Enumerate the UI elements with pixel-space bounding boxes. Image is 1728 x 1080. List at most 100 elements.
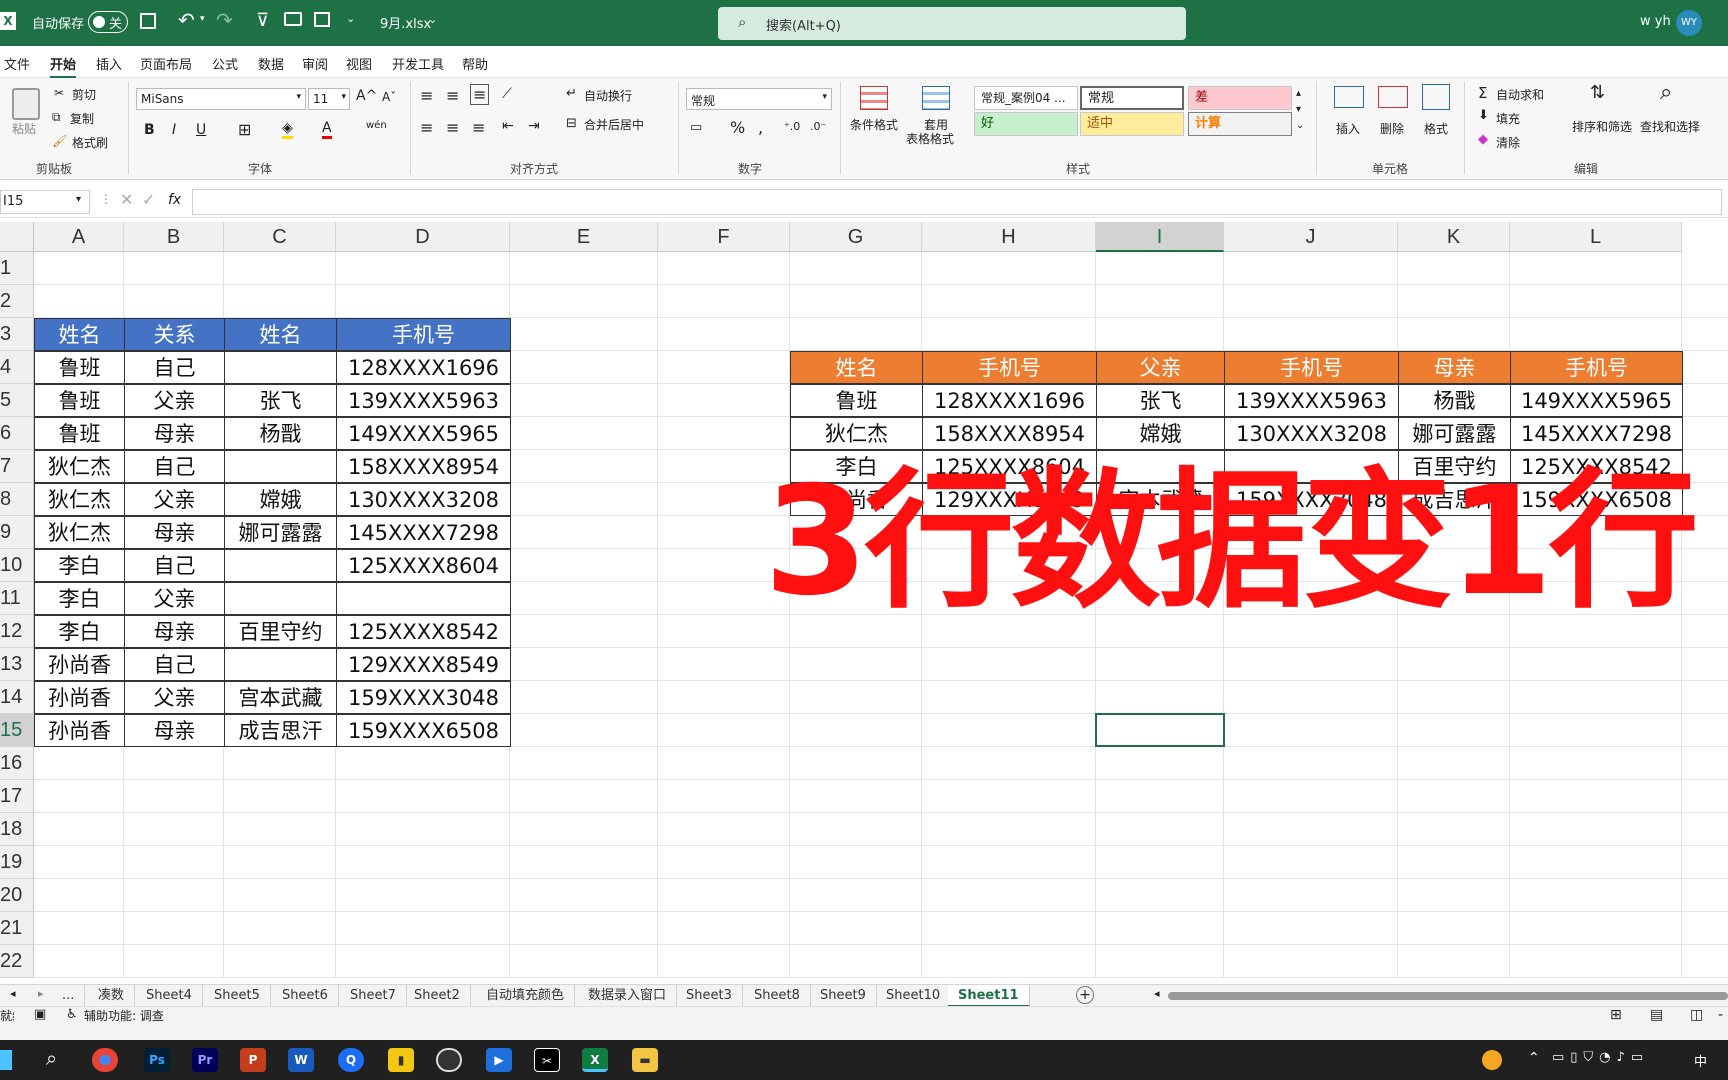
align-right-icon[interactable]: ≡ bbox=[472, 118, 485, 137]
percent-button[interactable]: % bbox=[730, 118, 745, 137]
column-header-k[interactable]: K bbox=[1398, 222, 1510, 252]
weather-icon[interactable] bbox=[1482, 1050, 1502, 1070]
tray-icons[interactable]: ▭▯⛉◔♪▭ bbox=[1552, 1050, 1649, 1065]
table1-cell[interactable]: 鲁班 bbox=[34, 417, 125, 450]
sheet-tab[interactable]: 凑数 bbox=[88, 985, 136, 1007]
underline-button[interactable]: U bbox=[196, 122, 206, 138]
align-center-icon[interactable]: ≡ bbox=[446, 118, 459, 137]
table1-cell[interactable]: 娜可露露 bbox=[224, 516, 337, 549]
table1-header-cell[interactable]: 姓名 bbox=[34, 318, 125, 351]
scroll-right-icon[interactable]: ▸ bbox=[38, 987, 44, 1000]
table1-cell[interactable] bbox=[224, 549, 337, 582]
table1-cell[interactable]: 母亲 bbox=[124, 714, 225, 747]
row-header-20[interactable]: 20 bbox=[0, 879, 34, 912]
fill-button[interactable]: 填充 bbox=[1496, 110, 1520, 127]
table1-cell[interactable]: 149XXXX5965 bbox=[336, 417, 511, 450]
table1-cell[interactable]: 嫦娥 bbox=[224, 483, 337, 516]
insert-cells-icon[interactable] bbox=[1334, 86, 1364, 108]
normal-view-icon[interactable]: ⊞ bbox=[1610, 1007, 1622, 1023]
phonetic-icon[interactable]: wén bbox=[366, 120, 387, 131]
row-header-2[interactable]: 2 bbox=[0, 285, 34, 318]
column-header-g[interactable]: G bbox=[790, 222, 922, 252]
table2-header-cell[interactable]: 姓名 bbox=[790, 351, 923, 384]
column-header-i[interactable]: I bbox=[1096, 222, 1224, 252]
photoshop-icon[interactable]: Ps bbox=[144, 1048, 170, 1072]
table1-cell[interactable]: 孙尚香 bbox=[34, 714, 125, 747]
insert-cells-button[interactable]: 插入 bbox=[1336, 120, 1360, 137]
copy-icon[interactable]: ⧉ bbox=[52, 110, 61, 125]
sheet-tab[interactable]: Sheet5 bbox=[204, 985, 271, 1007]
table1-cell[interactable]: 成吉思汗 bbox=[224, 714, 337, 747]
table1-cell[interactable]: 鲁班 bbox=[34, 351, 125, 384]
start-icon[interactable] bbox=[0, 1050, 12, 1070]
table1-cell[interactable]: 狄仁杰 bbox=[34, 516, 125, 549]
filter-icon[interactable]: ⊽ bbox=[256, 10, 269, 31]
page-break-view-icon[interactable]: ◫ bbox=[1690, 1007, 1703, 1023]
table1-cell[interactable] bbox=[224, 582, 337, 615]
row-header-3[interactable]: 3 bbox=[0, 318, 34, 351]
sheet-tab[interactable]: 数据录入窗口 bbox=[578, 985, 678, 1007]
table1-cell[interactable] bbox=[224, 450, 337, 483]
save-icon[interactable] bbox=[140, 13, 156, 29]
tray-chevron-icon[interactable]: ⌃ bbox=[1528, 1050, 1540, 1066]
autosum-icon[interactable]: Σ bbox=[1478, 84, 1487, 102]
capcut-icon[interactable]: ✂ bbox=[534, 1048, 560, 1072]
row-header-22[interactable]: 22 bbox=[0, 945, 34, 978]
excel-taskbar-icon[interactable]: X bbox=[582, 1048, 608, 1072]
sheet-tab[interactable]: Sheet8 bbox=[744, 985, 811, 1007]
delete-cells-button[interactable]: 删除 bbox=[1380, 120, 1404, 137]
tab-file[interactable]: 文件 bbox=[4, 54, 30, 73]
sheet-tab[interactable]: Sheet11 bbox=[948, 985, 1030, 1007]
format-painter-button[interactable]: 格式刷 bbox=[72, 134, 108, 151]
wrap-text-button[interactable]: 自动换行 bbox=[584, 87, 632, 104]
meeting-icon[interactable]: ▶ bbox=[486, 1048, 512, 1072]
table1-cell[interactable] bbox=[224, 351, 337, 384]
style-neutral[interactable]: 适中 bbox=[1080, 112, 1184, 136]
paste-icon[interactable] bbox=[12, 88, 40, 120]
style-bad[interactable]: 差 bbox=[1188, 86, 1292, 110]
format-cells-icon[interactable] bbox=[1422, 84, 1450, 110]
tab-view[interactable]: 视图 bbox=[346, 54, 372, 73]
undo-icon[interactable]: ↶ bbox=[178, 8, 195, 32]
decrease-decimal-icon[interactable]: .0⁻ bbox=[810, 120, 826, 133]
accessibility-status[interactable]: 辅助功能: 调查 bbox=[84, 1007, 164, 1024]
function-icon[interactable]: fx bbox=[168, 192, 181, 208]
row-header-7[interactable]: 7 bbox=[0, 450, 34, 483]
eraser-icon[interactable]: ◆ bbox=[1478, 132, 1488, 147]
table1-cell[interactable]: 自己 bbox=[124, 351, 225, 384]
table1-cell[interactable] bbox=[336, 582, 511, 615]
table1-cell[interactable]: 孙尚香 bbox=[34, 681, 125, 714]
autosum-button[interactable]: 自动求和 bbox=[1496, 86, 1544, 103]
powerpoint-icon[interactable]: P bbox=[240, 1048, 266, 1072]
tab-data[interactable]: 数据 bbox=[258, 54, 284, 73]
format-as-table-line2[interactable]: 表格格式 bbox=[906, 130, 954, 147]
sheet-tab[interactable]: Sheet6 bbox=[272, 985, 339, 1007]
sheet-tab[interactable]: Sheet9 bbox=[810, 985, 877, 1007]
cancel-icon[interactable]: ✕ bbox=[120, 190, 133, 209]
copy-button[interactable]: 复制 bbox=[70, 110, 94, 127]
table1-cell[interactable]: 狄仁杰 bbox=[34, 450, 125, 483]
bold-button[interactable]: B bbox=[144, 122, 155, 138]
tab-developer[interactable]: 开发工具 bbox=[392, 54, 444, 73]
table2-header-cell[interactable]: 手机号 bbox=[1510, 351, 1683, 384]
camera-icon[interactable] bbox=[284, 12, 302, 26]
quick-icon[interactable]: Q bbox=[338, 1048, 364, 1072]
hscroll-left-icon[interactable]: ◂ bbox=[1154, 987, 1160, 1000]
form-icon[interactable] bbox=[314, 12, 330, 27]
conditional-format-button[interactable]: 条件格式 bbox=[850, 116, 898, 133]
accessibility-icon[interactable]: ♿ bbox=[66, 1007, 78, 1022]
row-header-11[interactable]: 11 bbox=[0, 582, 34, 615]
column-header-j[interactable]: J bbox=[1224, 222, 1398, 252]
recorder-icon[interactable] bbox=[436, 1048, 462, 1072]
table1-header-cell[interactable]: 姓名 bbox=[224, 318, 337, 351]
table2-header-cell[interactable]: 父亲 bbox=[1096, 351, 1225, 384]
active-cell-selection[interactable] bbox=[1095, 713, 1225, 747]
decrease-indent-icon[interactable]: ⇤ bbox=[502, 118, 514, 134]
table1-cell[interactable]: 父亲 bbox=[124, 483, 225, 516]
clear-button[interactable]: 清除 bbox=[1496, 134, 1520, 151]
customize-qat-icon[interactable]: ⌄ bbox=[346, 12, 355, 25]
enter-icon[interactable]: ✓ bbox=[142, 190, 155, 209]
ime-indicator[interactable]: 中 bbox=[1694, 1051, 1707, 1070]
row-header-8[interactable]: 8 bbox=[0, 483, 34, 516]
add-sheet-icon[interactable]: + bbox=[1076, 986, 1094, 1004]
